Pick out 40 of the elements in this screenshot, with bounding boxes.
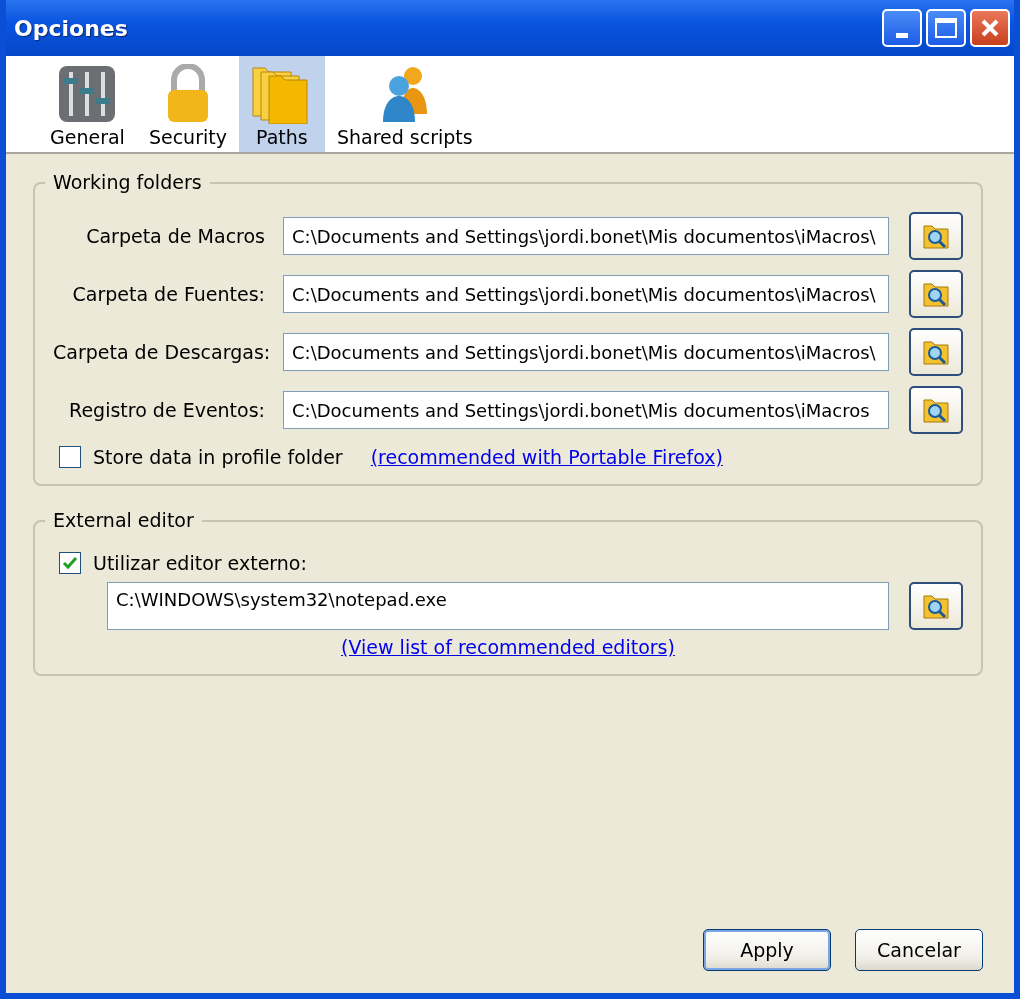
- close-icon: [980, 18, 1000, 38]
- input-field[interactable]: C:\Documents and Settings\jordi.bonet\Mis documentos\iMacros\: [283, 333, 889, 371]
- folder-search-icon: [922, 222, 950, 250]
- checkbox-label: Utilizar editor externo:: [93, 552, 307, 574]
- minimize-button[interactable]: [882, 9, 922, 47]
- tab[interactable]: Security: [136, 56, 239, 152]
- dialog-button[interactable]: Apply: [703, 929, 831, 971]
- input-field[interactable]: C:\WINDOWS\system32\notepad.exe: [107, 582, 889, 630]
- link[interactable]: (View list of recommended editors): [341, 636, 675, 658]
- browse-button[interactable]: [909, 328, 963, 376]
- folder-search-icon: [922, 338, 950, 366]
- folder-search-icon: [922, 280, 950, 308]
- maximize-icon: [935, 18, 957, 38]
- tab[interactable]: Paths: [238, 56, 325, 152]
- field-label: Carpeta de Fuentes:: [71, 283, 265, 305]
- browse-button[interactable]: [909, 582, 963, 630]
- maximize-button[interactable]: [926, 9, 966, 47]
- folder-search-icon: [922, 592, 950, 620]
- close-button[interactable]: [970, 9, 1010, 47]
- field-label: Registro de Eventos:: [68, 399, 265, 421]
- window-title: Opciones: [14, 15, 128, 41]
- dialog-button[interactable]: Cancelar: [855, 929, 983, 971]
- checkbox[interactable]: [59, 446, 81, 468]
- minimize-icon: [896, 32, 908, 38]
- browse-button[interactable]: [909, 270, 963, 318]
- group-title: Working folders: [45, 171, 210, 193]
- sliders-icon: [57, 64, 118, 124]
- link[interactable]: (recommended with Portable Firefox): [370, 446, 723, 468]
- tab[interactable]: Shared scripts: [324, 56, 485, 152]
- checkbox[interactable]: [59, 552, 81, 574]
- folder-search-icon: [922, 396, 950, 424]
- browse-button[interactable]: [909, 212, 963, 260]
- field-label: Carpeta de Macros: [85, 225, 265, 247]
- browse-button[interactable]: [909, 386, 963, 434]
- padlock-icon: [165, 64, 210, 124]
- input-field[interactable]: C:\Documents and Settings\jordi.bonet\Mis documentos\iMacros: [283, 391, 889, 429]
- tab[interactable]: General: [38, 56, 137, 152]
- input-field[interactable]: C:\Documents and Settings\jordi.bonet\Mis documentos\iMacros\: [283, 275, 889, 313]
- checkbox-label: Store data in profile folder: [93, 446, 343, 468]
- input-field[interactable]: C:\Documents and Settings\jordi.bonet\Mis documentos\iMacros\: [283, 217, 889, 255]
